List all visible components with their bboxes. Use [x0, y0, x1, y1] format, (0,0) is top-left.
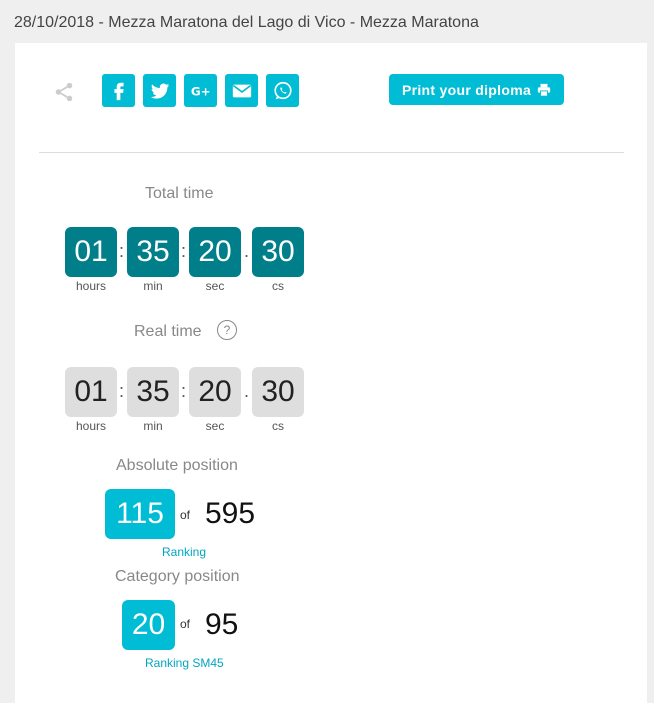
- divider: [39, 152, 624, 153]
- unit-min: min: [143, 419, 163, 433]
- result-card: G+ Print your diploma Total time 01 : 35…: [15, 43, 647, 703]
- category-position-label: Category position: [115, 568, 240, 585]
- real-time-sec: 20: [189, 367, 241, 417]
- google-plus-share-button[interactable]: G+: [184, 74, 217, 107]
- separator-dot: .: [244, 381, 250, 401]
- unit-cs: cs: [272, 419, 284, 433]
- category-position-value: 20: [122, 600, 175, 650]
- unit-cs: cs: [272, 279, 284, 293]
- facebook-share-button[interactable]: [102, 74, 135, 107]
- category-position-of: of: [180, 617, 191, 631]
- total-time-sec: 20: [189, 227, 241, 277]
- page-title: 28/10/2018 - Mezza Maratona del Lago di …: [14, 14, 479, 31]
- real-time-hours: 01: [65, 367, 117, 417]
- whatsapp-share-button[interactable]: [266, 74, 299, 107]
- total-time-label: Total time: [145, 185, 214, 202]
- separator-colon: :: [181, 381, 187, 401]
- total-time-cs: 30: [252, 227, 304, 277]
- print-diploma-label: Print your diploma: [401, 81, 532, 98]
- separator-colon: :: [119, 241, 125, 261]
- help-icon[interactable]: ?: [217, 320, 237, 340]
- facebook-icon: [113, 82, 124, 100]
- absolute-position-of: of: [180, 508, 191, 522]
- real-time-cs: 30: [252, 367, 304, 417]
- absolute-position-label: Absolute position: [116, 457, 238, 474]
- category-position-total: 95: [205, 608, 239, 641]
- print-diploma-button[interactable]: Print your diploma: [389, 74, 564, 105]
- google-plus-icon: G+: [190, 84, 210, 98]
- separator-colon: :: [181, 241, 187, 261]
- total-time-min: 35: [127, 227, 179, 277]
- total-time-hours: 01: [65, 227, 117, 277]
- separator-dot: .: [244, 241, 250, 261]
- ranking-sm45-link[interactable]: Ranking SM45: [145, 656, 224, 670]
- real-time-label: Real time: [134, 323, 202, 340]
- unit-hours: hours: [75, 419, 107, 433]
- absolute-position-value: 115: [105, 489, 175, 539]
- unit-sec: sec: [205, 279, 225, 293]
- separator-colon: :: [119, 381, 125, 401]
- svg-text:G+: G+: [190, 84, 210, 98]
- twitter-share-button[interactable]: [143, 74, 176, 107]
- ranking-link[interactable]: Ranking: [162, 545, 206, 559]
- share-icon[interactable]: [53, 81, 75, 103]
- email-share-button[interactable]: [225, 74, 258, 107]
- unit-min: min: [143, 279, 163, 293]
- real-time-min: 35: [127, 367, 179, 417]
- whatsapp-icon: [273, 81, 292, 99]
- printer-icon: [537, 83, 551, 97]
- twitter-icon: [150, 83, 169, 99]
- email-icon: [232, 84, 251, 97]
- unit-sec: sec: [205, 419, 225, 433]
- absolute-position-total: 595: [205, 497, 256, 530]
- unit-hours: hours: [75, 279, 107, 293]
